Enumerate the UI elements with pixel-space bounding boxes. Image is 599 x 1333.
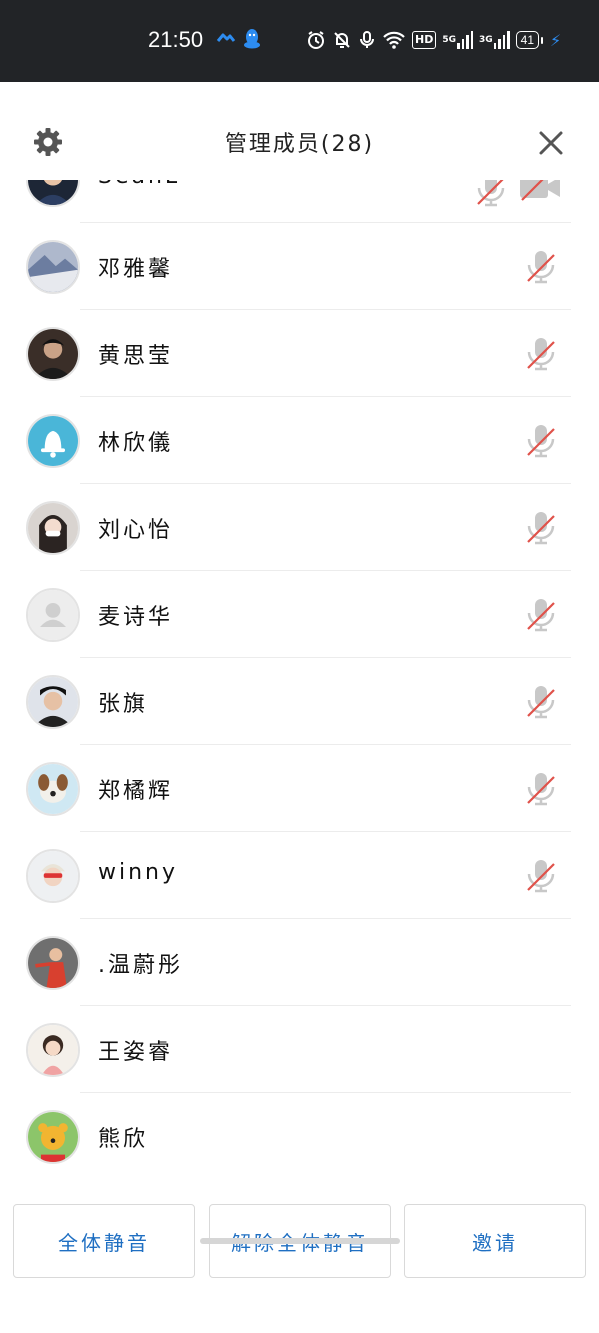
avatar <box>26 327 80 381</box>
signal-3g-icon: 3G <box>479 31 510 49</box>
member-row[interactable]: .温蔚彤 <box>0 919 599 1006</box>
mic-muted-icon[interactable] <box>524 423 558 459</box>
avatar <box>26 762 80 816</box>
status-time: 21:50 <box>148 27 204 52</box>
member-row[interactable]: 熊欣 <box>0 1093 599 1180</box>
member-row[interactable]: 邓雅馨 <box>0 223 599 310</box>
signal-5g-icon: 5G <box>442 31 473 49</box>
charging-bolt-icon: ⚡ <box>550 30 562 50</box>
member-name: .温蔚彤 <box>98 953 183 978</box>
mic-muted-icon[interactable] <box>524 684 558 720</box>
avatar <box>26 414 80 468</box>
avatar <box>26 1023 80 1077</box>
alarm-icon <box>306 30 326 50</box>
default-avatar <box>26 588 80 642</box>
member-name: 张旗 <box>98 692 149 717</box>
mic-muted-icon[interactable] <box>524 771 558 807</box>
member-list[interactable]: SeanL 邓雅馨 黄思莹 <box>0 180 599 1190</box>
avatar <box>26 240 80 294</box>
member-name: 熊欣 <box>98 1127 149 1152</box>
mic-muted-icon[interactable] <box>524 510 558 546</box>
avatar <box>26 675 80 729</box>
battery-icon: 41 <box>515 31 544 49</box>
camera-off-icon[interactable] <box>518 180 562 202</box>
member-name: 邓雅馨 <box>98 257 174 282</box>
member-row[interactable]: 张旗 <box>0 658 599 745</box>
net-3g-label: 3G <box>479 34 493 45</box>
microphone-status-icon <box>358 30 376 50</box>
manage-members-sheet: 管理成员(28) SeanL 邓雅馨 <box>0 82 599 1333</box>
invite-button[interactable]: 邀请 <box>404 1204 586 1278</box>
mic-muted-icon[interactable] <box>524 597 558 633</box>
member-name: 王姿睿 <box>98 1040 174 1065</box>
member-row[interactable]: 刘心怡 <box>0 484 599 571</box>
close-icon[interactable] <box>537 129 565 157</box>
member-row[interactable]: 麦诗华 <box>0 571 599 658</box>
member-name: 林欣儀 <box>98 431 174 456</box>
avatar <box>26 501 80 555</box>
member-row[interactable]: SeanL <box>0 180 599 223</box>
mic-muted-icon[interactable] <box>524 858 558 894</box>
member-name: SeanL <box>98 180 180 189</box>
avatar <box>26 936 80 990</box>
mic-muted-icon[interactable] <box>524 336 558 372</box>
action-bar: 全体静音 解除全体静音 邀请 <box>0 1190 599 1333</box>
avatar <box>26 180 80 207</box>
bell-off-icon <box>332 30 352 50</box>
member-row[interactable]: 郑橘辉 <box>0 745 599 832</box>
member-row[interactable]: 王姿睿 <box>0 1006 599 1093</box>
mic-muted-icon[interactable] <box>474 180 508 208</box>
member-name: winny <box>98 860 179 885</box>
wifi-icon <box>382 30 406 50</box>
home-indicator[interactable] <box>200 1238 400 1244</box>
member-row[interactable]: 黄思莹 <box>0 310 599 397</box>
status-icons: HD 5G 3G 41 ⚡ <box>306 28 561 52</box>
member-row[interactable]: 林欣儀 <box>0 397 599 484</box>
member-name: 刘心怡 <box>98 518 174 543</box>
avatar <box>26 849 80 903</box>
member-row[interactable]: winny <box>0 832 599 919</box>
member-name: 黄思莹 <box>98 344 174 369</box>
member-name: 郑橘辉 <box>98 779 174 804</box>
member-name: 麦诗华 <box>98 605 174 630</box>
sheet-header: 管理成员(28) <box>0 82 599 180</box>
page-title: 管理成员(28) <box>224 132 375 157</box>
mic-muted-icon[interactable] <box>524 249 558 285</box>
mute-all-button[interactable]: 全体静音 <box>13 1204 195 1278</box>
avatar <box>26 1110 80 1164</box>
status-bar: 21:50 HD 5G 3G 41 ⚡ <box>0 0 599 82</box>
net-5g-label: 5G <box>442 34 456 45</box>
hd-voice-icon: HD <box>412 31 437 49</box>
cloud-app-icon <box>216 28 236 52</box>
qq-penguin-icon <box>242 28 262 54</box>
